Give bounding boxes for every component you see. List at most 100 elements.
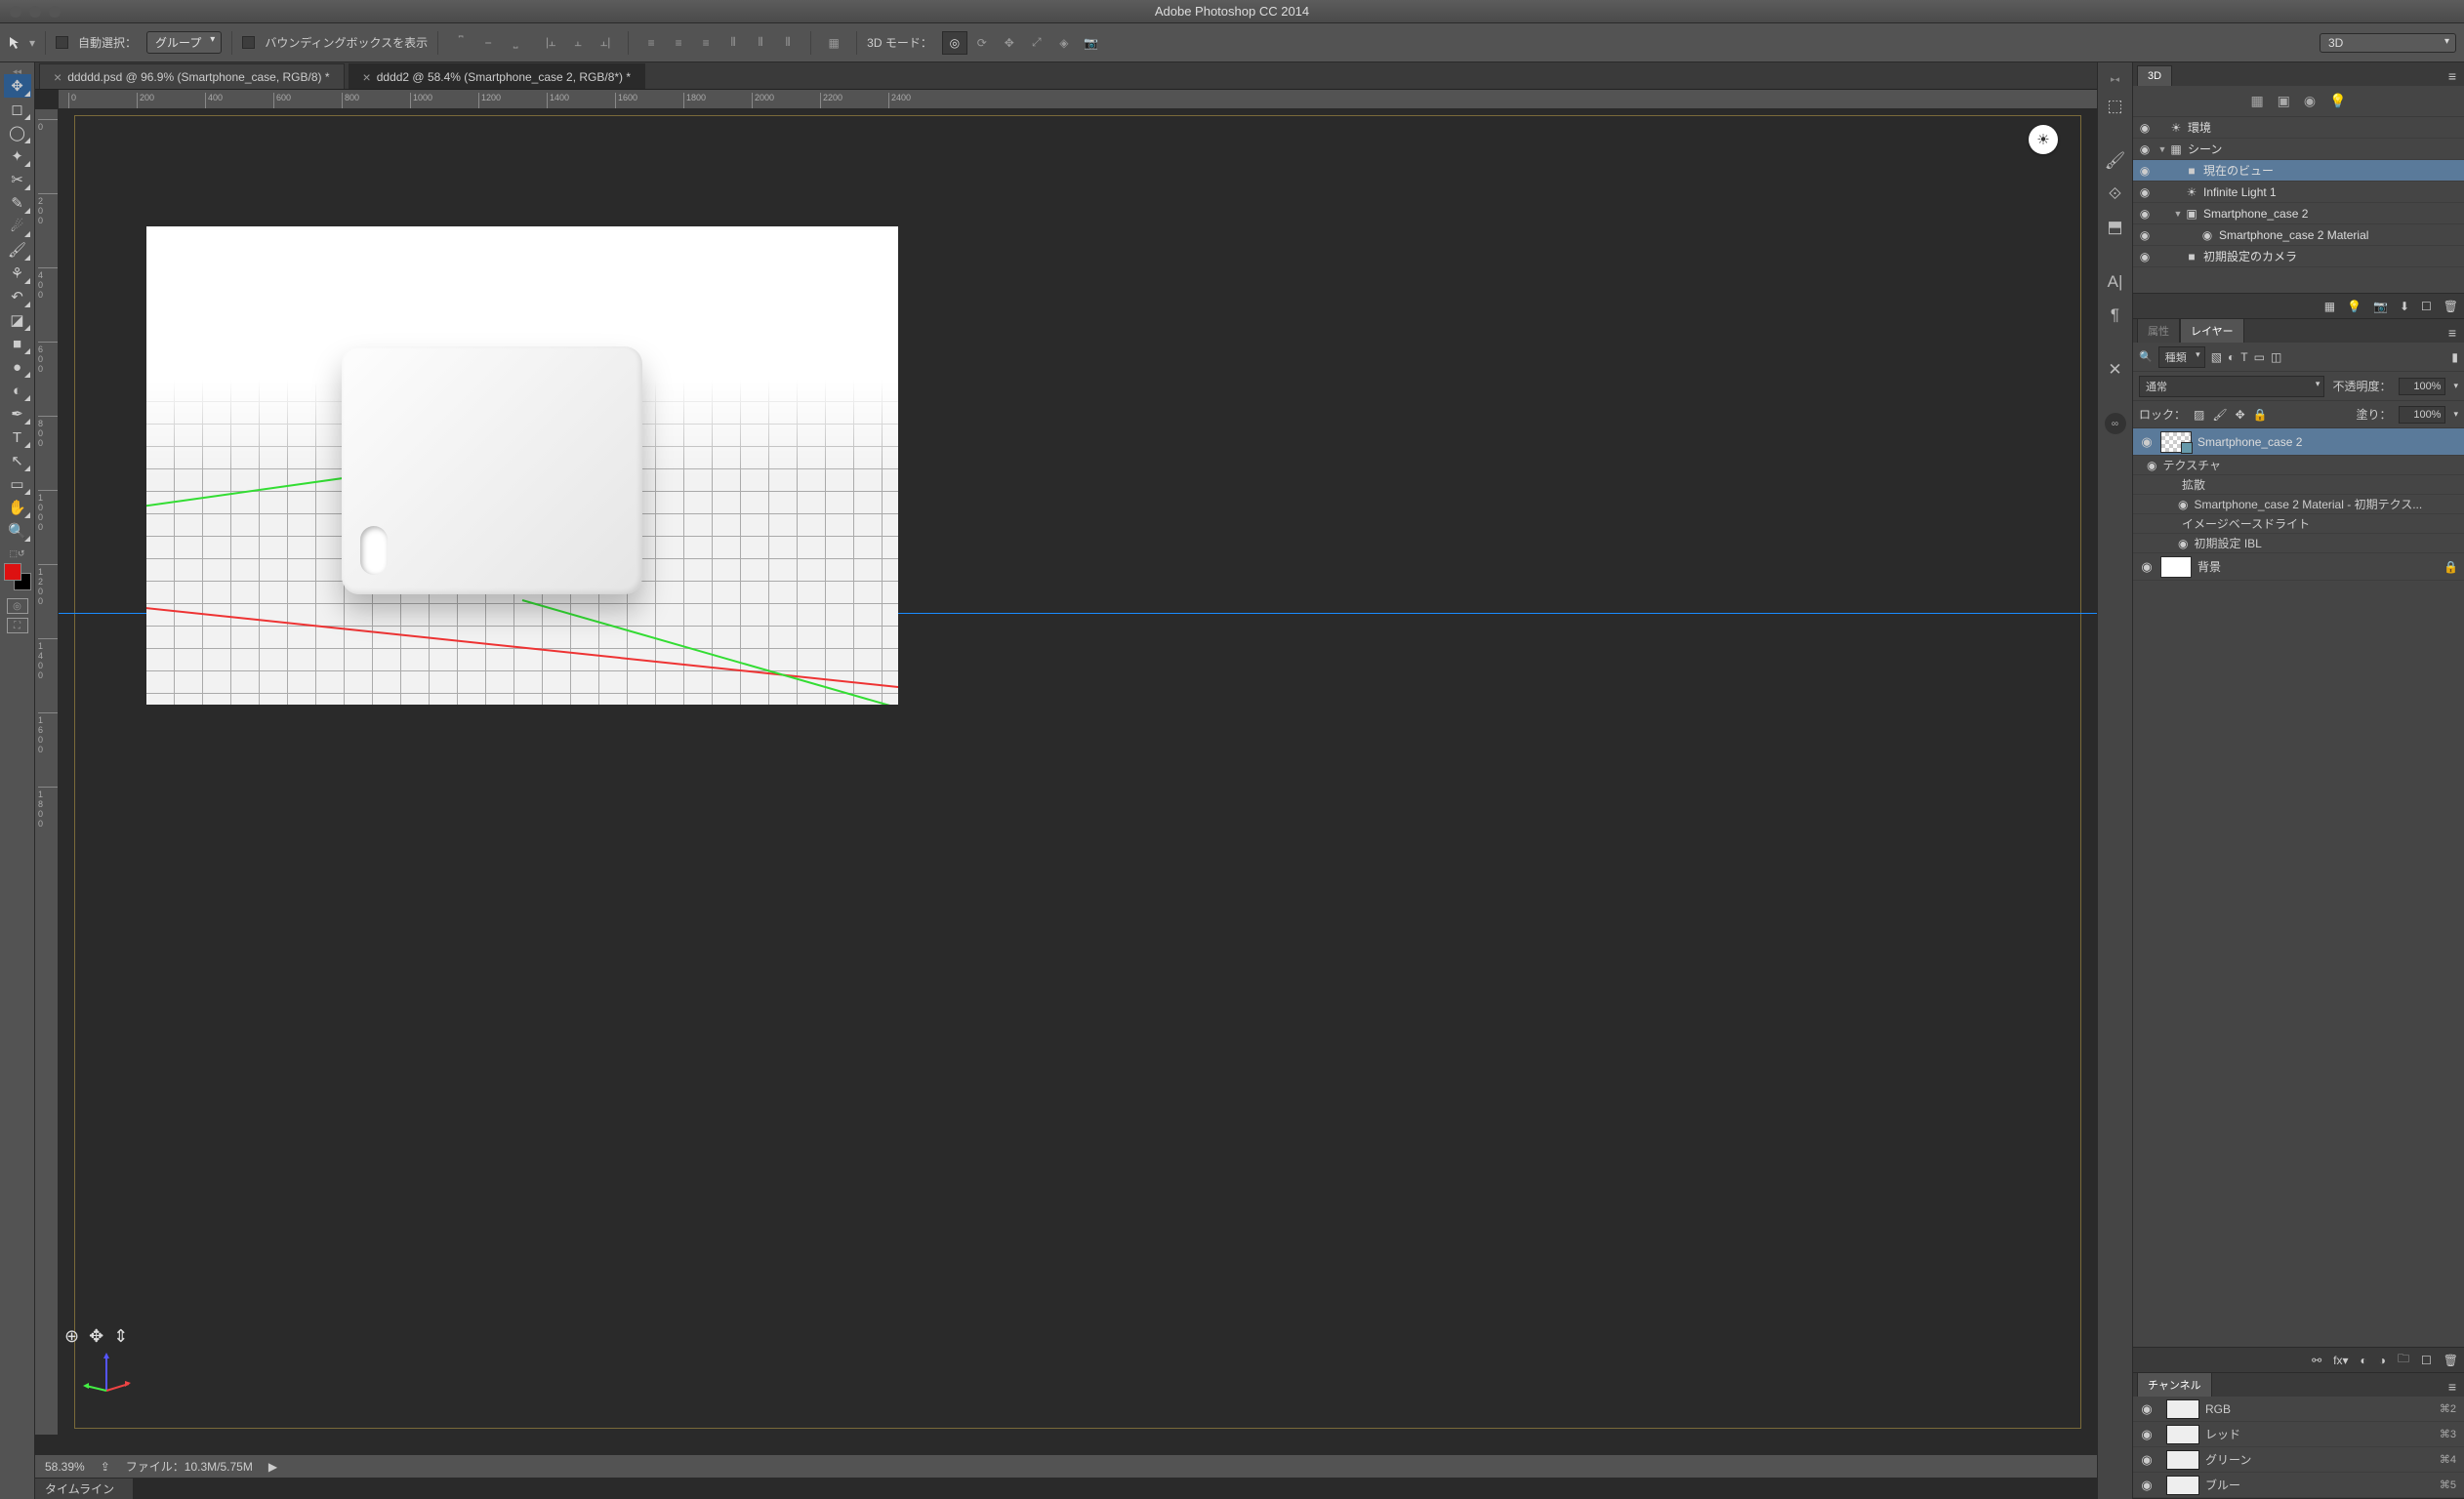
roll3d-icon[interactable]: ⟳ xyxy=(969,31,995,55)
shape-tool[interactable]: ▭ xyxy=(4,472,31,496)
timeline-tab[interactable]: タイムライン xyxy=(35,1478,133,1499)
workspace-switcher[interactable]: 3D xyxy=(2320,33,2456,53)
trash-icon[interactable]: 🗑 xyxy=(2443,1354,2458,1367)
visibility-icon[interactable]: ◉ xyxy=(2133,1452,2160,1468)
panel-menu-icon[interactable]: ≡ xyxy=(2441,323,2464,343)
tab-doc-2[interactable]: × dddd2 @ 58.4% (Smartphone_case 2, RGB/… xyxy=(349,63,646,89)
layer-sub-row[interactable]: ◉テクスチャ xyxy=(2133,456,2464,475)
channel-row[interactable]: ◉ブルー⌘5 xyxy=(2133,1473,2464,1498)
panel-menu-icon[interactable]: ≡ xyxy=(2441,66,2464,86)
lock-trans-icon[interactable]: ▨ xyxy=(2194,408,2204,422)
minimize-icon[interactable] xyxy=(29,6,41,18)
link-icon[interactable]: ⚯ xyxy=(2312,1354,2321,1367)
layer-thumbnail[interactable] xyxy=(2160,431,2192,453)
layer-sub-row[interactable]: ◉初期設定 IBL xyxy=(2133,534,2464,553)
tree-row[interactable]: ◉■現在のビュー xyxy=(2133,160,2464,182)
color-swatches[interactable] xyxy=(4,563,31,590)
lasso-tool[interactable]: ◯ xyxy=(4,121,31,144)
brush-presets-icon[interactable]: ⟐ xyxy=(2104,182,2127,206)
visibility-icon[interactable]: ◉ xyxy=(2133,207,2156,221)
hand-tool[interactable]: ✋ xyxy=(4,496,31,519)
visibility-icon[interactable]: ◉ xyxy=(2178,537,2188,550)
slide3d-icon[interactable]: ⤢ xyxy=(1024,31,1049,55)
align-right-icon[interactable]: ⫠| xyxy=(593,31,618,55)
lock-paint-icon[interactable]: 🖌 xyxy=(2212,408,2227,422)
blur-tool[interactable]: ● xyxy=(4,355,31,379)
align-top-icon[interactable]: ⎴ xyxy=(448,31,473,55)
group-icon[interactable]: 🗀 xyxy=(2398,1350,2409,1370)
filter-scene-icon[interactable]: ▦ xyxy=(2250,93,2263,109)
quick-select-tool[interactable]: ✦ xyxy=(4,144,31,168)
eraser-tool[interactable]: ◪ xyxy=(4,308,31,332)
tab-channels[interactable]: チャンネル xyxy=(2137,1372,2212,1397)
healing-tool[interactable]: ☄ xyxy=(4,215,31,238)
window-controls[interactable] xyxy=(0,6,70,18)
visibility-icon[interactable]: ◉ xyxy=(2133,434,2160,450)
visibility-icon[interactable]: ◉ xyxy=(2133,142,2156,156)
ruler-vertical[interactable]: 020040060080010001200140016001800 xyxy=(35,109,59,1435)
env-icon[interactable]: ⬇ xyxy=(2400,300,2409,313)
filter-type-icon[interactable]: T xyxy=(2240,350,2247,364)
visibility-icon[interactable]: ◉ xyxy=(2133,228,2156,242)
brushes-icon[interactable]: 🖌 xyxy=(2104,149,2127,173)
visibility-icon[interactable]: ◉ xyxy=(2133,1427,2160,1442)
play-icon[interactable]: ▶ xyxy=(268,1460,277,1474)
orbit-icon[interactable]: ⊕ xyxy=(64,1326,79,1347)
stamp-tool[interactable]: ⚘ xyxy=(4,262,31,285)
quickmask-icon[interactable]: ◎ xyxy=(7,598,28,614)
filter-smart-icon[interactable]: ◫ xyxy=(2271,350,2281,364)
visibility-icon[interactable]: ◉ xyxy=(2133,164,2156,178)
viewport[interactable]: ☀ ⊕ ✥ ⇕ xyxy=(59,109,2097,1435)
bounding-box-checkbox[interactable] xyxy=(242,36,255,49)
zoom-tool[interactable]: 🔍 xyxy=(4,519,31,543)
dolly-icon[interactable]: ⇕ xyxy=(113,1326,128,1347)
visibility-icon[interactable]: ◉ xyxy=(2147,459,2156,472)
layer-name[interactable]: Smartphone_case 2 xyxy=(2197,435,2458,449)
layer-name[interactable]: 背景 xyxy=(2197,558,2443,575)
scale3d-icon[interactable]: ◈ xyxy=(1051,31,1077,55)
3d-panel-icon[interactable]: ⬚ xyxy=(2104,95,2127,118)
fx-icon[interactable]: fx▾ xyxy=(2333,1354,2348,1367)
path-tool[interactable]: ↖ xyxy=(4,449,31,472)
foreground-color[interactable] xyxy=(4,563,21,581)
visibility-icon[interactable]: ◉ xyxy=(2133,1401,2160,1417)
maximize-icon[interactable] xyxy=(49,6,61,18)
lock-icon[interactable]: 🔒 xyxy=(2443,560,2458,574)
type-tool[interactable]: T xyxy=(4,425,31,449)
align-bottom-icon[interactable]: ⎵ xyxy=(503,31,528,55)
layer-sub-row[interactable]: イメージベースドライト xyxy=(2133,514,2464,534)
layer-sub-row[interactable]: 拡散 xyxy=(2133,475,2464,495)
ruler-horizontal[interactable]: 0200400600800100012001400160018002000220… xyxy=(59,90,2097,109)
layer-row[interactable]: ◉背景🔒 xyxy=(2133,553,2464,581)
layer-list[interactable]: ◉ Smartphone_case 2 ◉テクスチャ拡散◉Smartphone_ca… xyxy=(2133,428,2464,1347)
render-icon[interactable]: ▦ xyxy=(2324,300,2335,313)
align-left-icon[interactable]: |⫠ xyxy=(538,31,563,55)
panel-menu-icon[interactable]: ≡ xyxy=(2441,1377,2464,1397)
character-icon[interactable]: A| xyxy=(2104,270,2127,294)
fill-input[interactable]: 100% xyxy=(2399,406,2445,424)
channel-row[interactable]: ◉レッド⌘3 xyxy=(2133,1422,2464,1447)
screenmode-icon[interactable]: ⛶ xyxy=(7,618,28,633)
marquee-tool[interactable]: ◻ xyxy=(4,98,31,121)
auto-select-checkbox[interactable] xyxy=(56,36,68,49)
pan-icon[interactable]: ✥ xyxy=(89,1326,103,1347)
blend-mode-select[interactable]: 通常 xyxy=(2139,376,2324,397)
tab-properties[interactable]: 属性 xyxy=(2137,318,2180,343)
lock-move-icon[interactable]: ✥ xyxy=(2236,408,2245,422)
pan3d-icon[interactable]: ✥ xyxy=(997,31,1022,55)
disclosure-icon[interactable]: ▼ xyxy=(2156,144,2168,154)
layer-sub-row[interactable]: ◉Smartphone_case 2 Material - 初期テクス... xyxy=(2133,495,2464,514)
layer-thumbnail[interactable] xyxy=(2160,556,2192,578)
close-icon[interactable]: × xyxy=(363,69,371,85)
align-hcenter-icon[interactable]: ⫠ xyxy=(565,31,591,55)
dist-bottom-icon[interactable]: ≡ xyxy=(693,31,719,55)
visibility-icon[interactable]: ◉ xyxy=(2133,121,2156,135)
settings-icon[interactable]: ✕ xyxy=(2104,358,2127,382)
dist-top-icon[interactable]: ≡ xyxy=(638,31,664,55)
visibility-icon[interactable]: ◉ xyxy=(2133,185,2156,199)
tree-row[interactable]: ◉◉Smartphone_case 2 Material xyxy=(2133,224,2464,246)
align-vcenter-icon[interactable]: ⎯ xyxy=(475,31,501,55)
filter-mesh-icon[interactable]: ▣ xyxy=(2278,93,2290,109)
new-icon[interactable]: ☐ xyxy=(2421,300,2432,313)
gradient-tool[interactable]: ■ xyxy=(4,332,31,355)
